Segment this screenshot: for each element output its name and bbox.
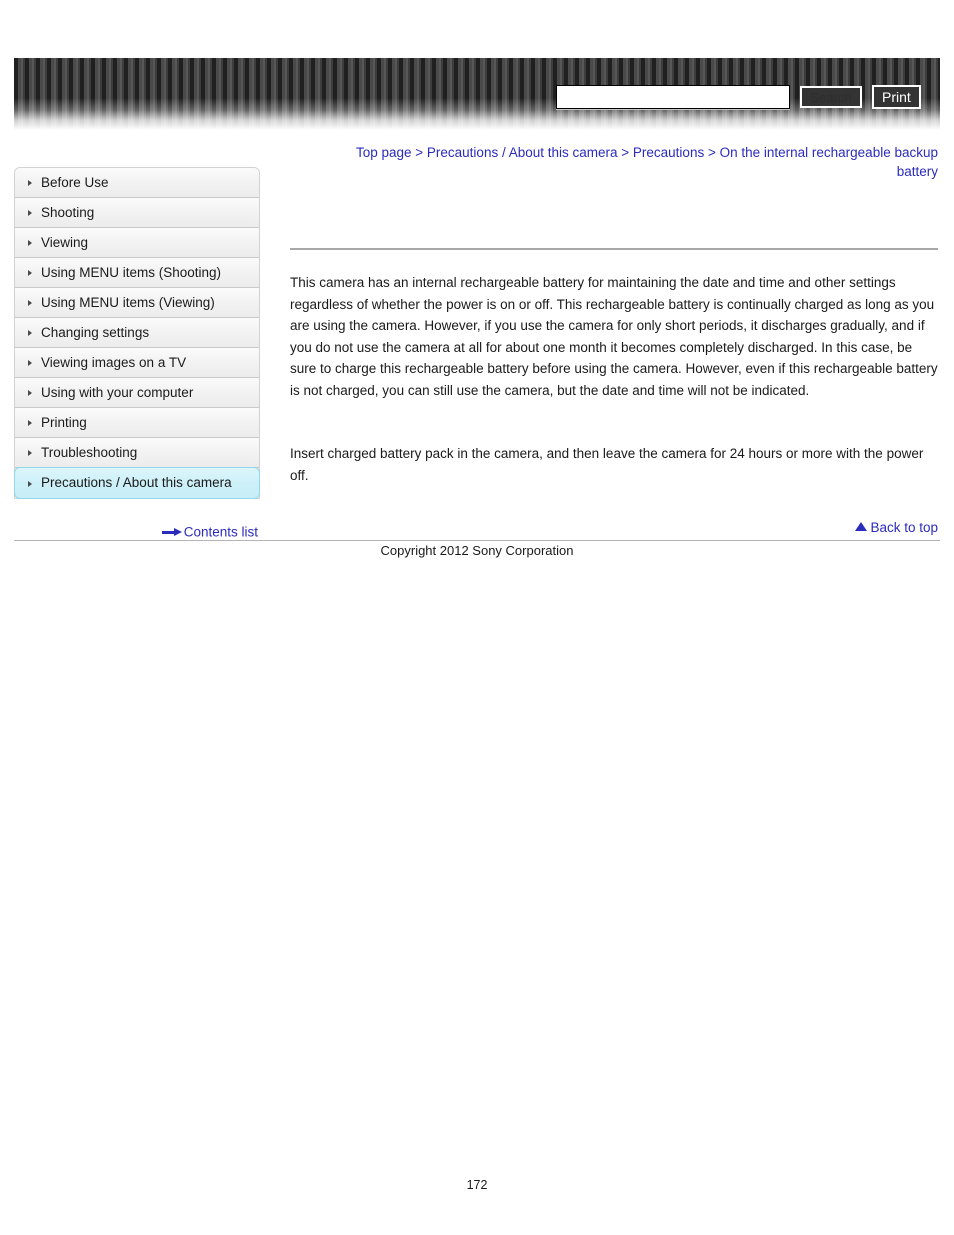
- triangle-right-icon: [28, 420, 32, 426]
- footer-divider: [14, 540, 940, 541]
- sidebar-item-precautions-about-this-camera[interactable]: Precautions / About this camera: [14, 467, 260, 499]
- sidebar-item-printing[interactable]: Printing: [15, 408, 259, 438]
- sidebar-item-label: Troubleshooting: [41, 445, 138, 460]
- back-to-top: Back to top: [600, 519, 938, 535]
- sidebar-item-using-with-your-computer[interactable]: Using with your computer: [15, 378, 259, 408]
- sidebar-item-shooting[interactable]: Shooting: [15, 198, 259, 228]
- triangle-right-icon: [28, 210, 32, 216]
- sidebar-item-viewing-images-on-a-tv[interactable]: Viewing images on a TV: [15, 348, 259, 378]
- breadcrumb-item-precautions-about[interactable]: Precautions / About this camera: [427, 145, 618, 160]
- sidebar-item-changing-settings[interactable]: Changing settings: [15, 318, 259, 348]
- triangle-right-icon: [28, 360, 32, 366]
- sidebar-item-label: Using MENU items (Viewing): [41, 295, 215, 310]
- triangle-right-icon: [28, 240, 32, 246]
- breadcrumb-separator: >: [411, 145, 427, 160]
- search-input[interactable]: [556, 85, 790, 109]
- sidebar-item-label: Before Use: [41, 175, 109, 190]
- content-paragraph-1: This camera has an internal rechargeable…: [290, 275, 938, 398]
- copyright-text: Copyright 2012 Sony Corporation: [380, 543, 574, 558]
- sidebar-nav: Before Use Shooting Viewing Using MENU item…: [14, 167, 260, 499]
- sidebar-item-using-menu-items-shooting[interactable]: Using MENU items (Shooting): [15, 258, 259, 288]
- content-paragraph-2: Insert charged battery pack in the camer…: [290, 446, 924, 483]
- triangle-right-icon: [28, 270, 32, 276]
- sidebar-item-before-use[interactable]: Before Use: [15, 168, 259, 198]
- triangle-right-icon: [28, 450, 32, 456]
- arrow-right-icon: [161, 528, 182, 537]
- breadcrumb-item-top-page[interactable]: Top page: [356, 145, 412, 160]
- page-number: 172: [466, 1178, 488, 1192]
- contents-list-link[interactable]: Contents list: [184, 524, 258, 539]
- print-button[interactable]: Print: [872, 85, 921, 109]
- breadcrumb: Top page > Precautions / About this came…: [330, 143, 938, 181]
- sidebar-item-label: Changing settings: [41, 325, 150, 340]
- contents-list: Contents list: [14, 523, 258, 541]
- sidebar-item-label: Using MENU items (Shooting): [41, 265, 222, 280]
- triangle-right-icon: [28, 481, 32, 487]
- back-to-top-link[interactable]: Back to top: [870, 520, 938, 535]
- sidebar-item-label: Viewing: [41, 235, 89, 250]
- sidebar-item-label: Shooting: [41, 205, 95, 220]
- content-divider: [290, 248, 938, 250]
- sidebar-item-label: Precautions / About this camera: [41, 475, 232, 490]
- search-button[interactable]: Search: [800, 86, 862, 108]
- sidebar-item-viewing[interactable]: Viewing: [15, 228, 259, 258]
- sidebar-item-label: Viewing images on a TV: [41, 355, 187, 370]
- triangle-right-icon: [28, 180, 32, 186]
- sidebar-item-label: Using with your computer: [41, 385, 194, 400]
- breadcrumb-item-current[interactable]: On the internal rechargeable backup batt…: [720, 145, 938, 179]
- triangle-right-icon: [28, 330, 32, 336]
- sidebar-item-using-menu-items-viewing[interactable]: Using MENU items (Viewing): [15, 288, 259, 318]
- triangle-right-icon: [28, 390, 32, 396]
- breadcrumb-item-precautions[interactable]: Precautions: [633, 145, 704, 160]
- breadcrumb-separator: >: [704, 145, 720, 160]
- triangle-right-icon: [28, 300, 32, 306]
- sidebar-item-troubleshooting[interactable]: Troubleshooting: [15, 438, 259, 468]
- triangle-up-icon: [855, 521, 868, 531]
- header-controls: Search Print: [556, 84, 921, 110]
- breadcrumb-separator: >: [617, 145, 633, 160]
- main-content: This camera has an internal rechargeable…: [290, 248, 938, 486]
- sidebar-item-label: Printing: [41, 415, 87, 430]
